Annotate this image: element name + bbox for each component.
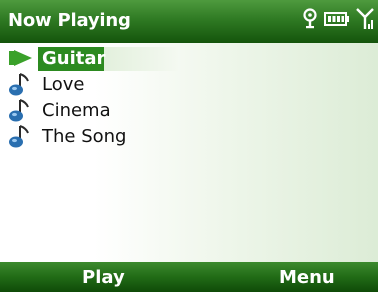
list-item-label: Love [42,73,85,95]
list-item-label: Cinema [42,99,111,121]
menu-softkey[interactable]: Menu [279,267,335,288]
list-item[interactable]: Cinema [0,97,378,123]
title-bar: Now Playing [0,0,378,43]
list-item-label: Guitar [42,47,106,69]
battery-icon[interactable] [324,11,350,31]
list-item[interactable]: Guitar [0,45,378,71]
page-title: Now Playing [8,10,131,31]
music-note-icon [6,123,36,149]
list-item-label: The Song [42,125,127,147]
list-item[interactable]: Love [0,71,378,97]
screen: Now Playing Guitar Love Cinema The Song … [0,0,378,292]
connectivity-icon[interactable] [302,8,318,34]
status-icons [302,8,374,34]
playlist: Guitar Love Cinema The Song [0,45,378,149]
play-arrow-icon [6,45,36,71]
music-note-icon [6,71,36,97]
play-softkey[interactable]: Play [82,267,125,288]
music-note-icon [6,97,36,123]
signal-icon[interactable] [356,7,374,35]
selection-fade [104,47,178,71]
softkey-bar: Play Menu [0,262,378,292]
list-item[interactable]: The Song [0,123,378,149]
